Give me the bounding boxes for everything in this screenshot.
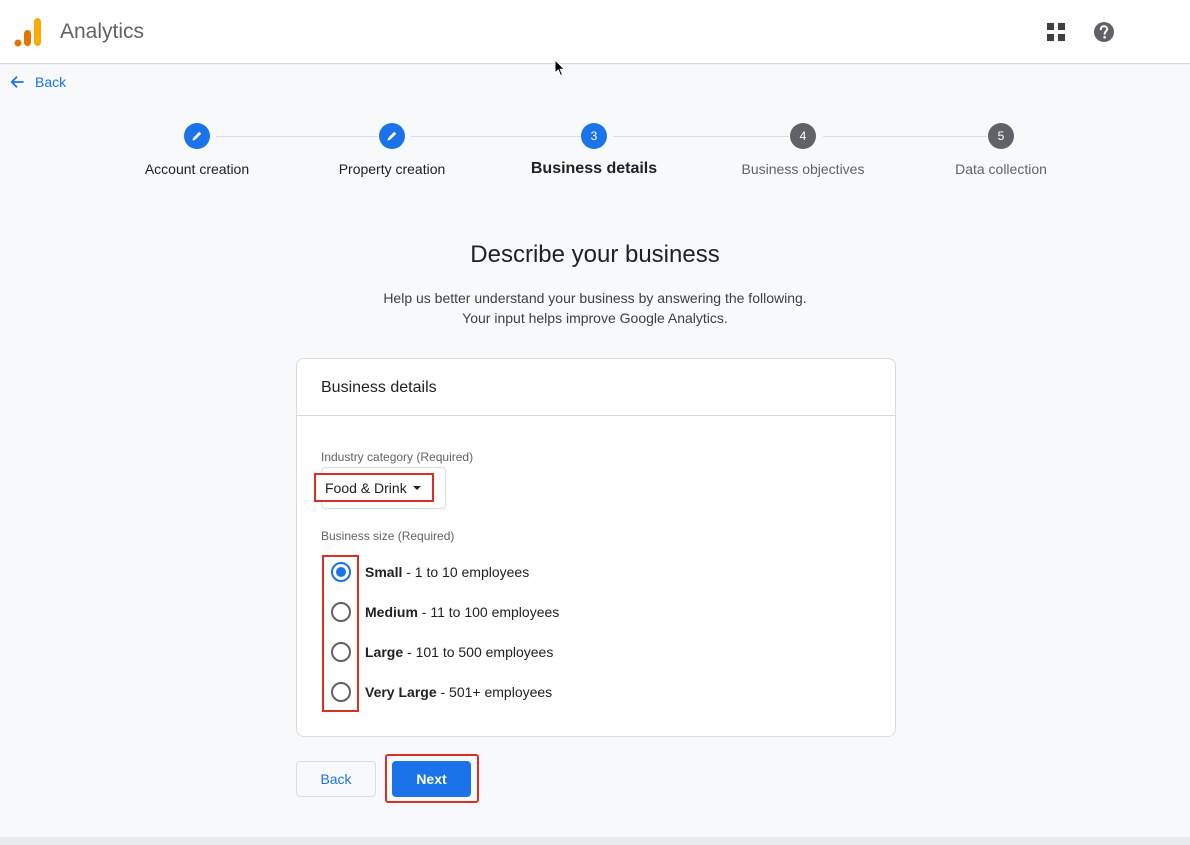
size-desc: - 11 to 100 employees [417,604,560,620]
step-business-objectives: 4 Business objectives [703,123,903,177]
business-details-card: Business details Industry category (Requ… [296,358,896,737]
step-label: Property creation [338,161,446,177]
top-app-bar: Analytics [0,0,1190,64]
help-icon[interactable] [1093,21,1115,43]
page-title: Describe your business [470,241,720,268]
radio-label: Very Large - 501+ employees [365,684,552,700]
step-label: Business objectives [741,161,865,177]
step-edit-marker [184,123,210,149]
arrow-back-icon [10,76,24,88]
step-label: Data collection [955,161,1047,177]
analytics-logo[interactable] [14,17,42,47]
size-name: Large [365,644,404,660]
step-label: Account creation [144,161,250,177]
step-business-details: 3 Business details [494,123,694,178]
size-option-large[interactable]: Large - 101 to 500 employees [331,642,553,662]
step-account-creation[interactable]: Account creation [97,123,297,177]
business-size-label: Business size (Required) [321,529,455,543]
dropdown-arrow-icon [412,485,421,490]
size-desc: - 101 to 500 employees [403,644,554,660]
subtitle-line: Your input helps improve Google Analytic… [462,310,728,326]
back-button[interactable]: Back [296,761,376,797]
step-label: Business details [530,160,658,177]
next-button[interactable]: Next [392,761,471,797]
radio-label: Small - 1 to 10 employees [365,564,529,580]
size-option-very-large[interactable]: Very Large - 501+ employees [331,682,552,702]
step-data-collection: 5 Data collection [901,123,1101,177]
step-number-marker: 3 [581,123,607,149]
subtitle-line: Help us better understand your business … [383,290,807,306]
pencil-icon [192,131,202,141]
industry-selected-value: Food & Drink [325,479,407,496]
size-desc: - 1 to 10 employees [402,564,530,580]
step-property-creation[interactable]: Property creation [292,123,492,177]
size-desc: - 501+ employees [436,684,553,700]
card-title: Business details [297,359,895,416]
mouse-cursor-icon [554,59,566,77]
size-option-small[interactable]: Small - 1 to 10 employees [331,562,529,582]
apps-grid-icon[interactable] [1046,22,1066,42]
pencil-icon [387,131,397,141]
back-link[interactable]: Back [9,74,66,90]
size-name: Medium [365,604,418,620]
radio-button[interactable] [331,562,351,582]
back-link-label: Back [35,74,67,90]
industry-category-label: Industry category (Required) [321,450,474,464]
size-name: Very Large [365,684,437,700]
step-number-marker: 4 [790,123,816,149]
radio-button[interactable] [331,642,351,662]
step-edit-marker [379,123,405,149]
step-number-marker: 5 [988,123,1014,149]
radio-label: Medium - 11 to 100 employees [365,604,559,620]
app-title: Analytics [60,20,145,43]
setup-stepper: Account creation Property creation 3 Bus… [0,123,1190,193]
radio-button[interactable] [331,682,351,702]
radio-button[interactable] [331,602,351,622]
setup-content: Back Account creation Property creation [0,65,1190,837]
radio-label: Large - 101 to 500 employees [365,644,553,660]
size-name: Small [365,564,403,580]
radio-selected-dot [336,567,346,577]
industry-category-select[interactable]: Food & Drink [314,473,434,502]
size-option-medium[interactable]: Medium - 11 to 100 employees [331,602,559,622]
page-subtitle: Help us better understand your business … [0,288,1190,328]
bottom-strip [0,837,1190,845]
